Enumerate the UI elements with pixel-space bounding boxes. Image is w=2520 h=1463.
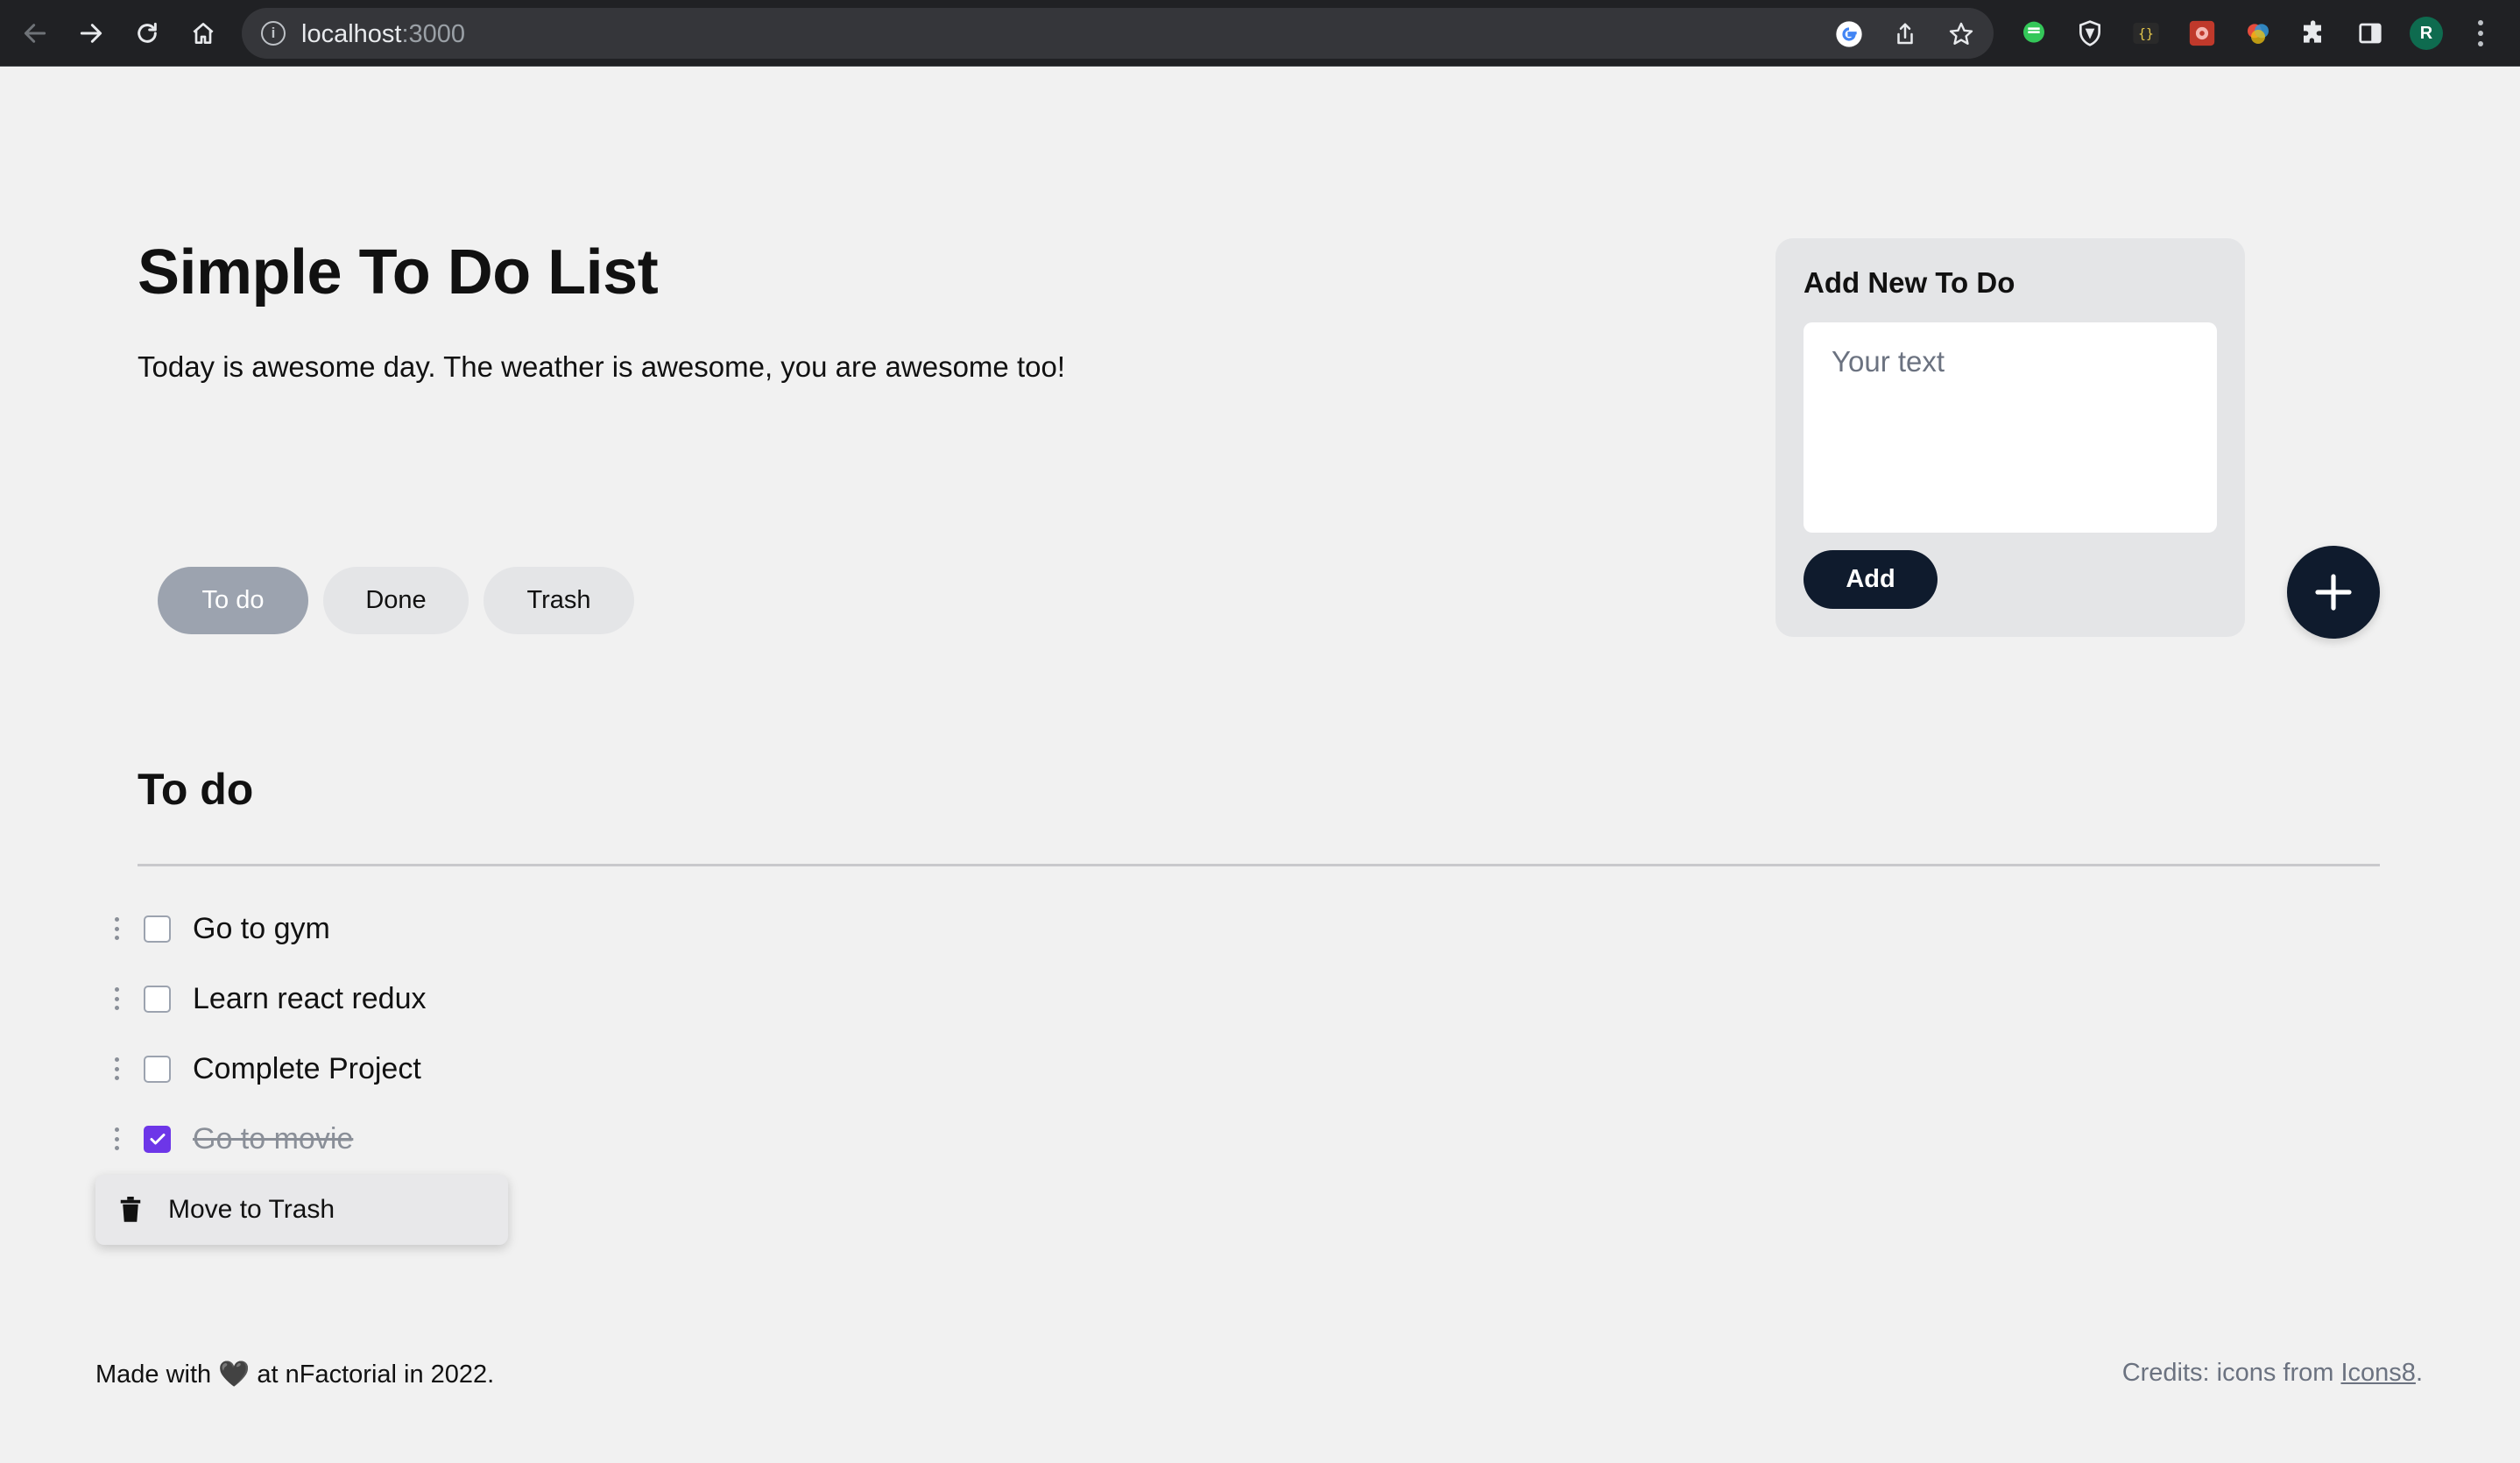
add-todo-card: Add New To Do Add xyxy=(1775,238,2245,637)
todo-item[interactable]: Complete Project xyxy=(107,1034,421,1104)
todo-text: Complete Project xyxy=(193,1051,421,1085)
menu-icon[interactable] xyxy=(2472,18,2489,49)
page-subtitle: Today is awesome day. The weather is awe… xyxy=(138,350,1065,383)
add-button[interactable]: Add xyxy=(1804,550,1938,609)
checkmark-icon xyxy=(150,1134,165,1145)
extension-color-icon[interactable] xyxy=(2242,18,2274,49)
address-bar[interactable]: i localhost:3000 xyxy=(242,8,1994,59)
todo-item[interactable]: Go to gym xyxy=(107,894,330,964)
google-icon[interactable] xyxy=(1834,19,1864,49)
page-title: Simple To Do List xyxy=(138,237,659,307)
add-todo-title: Add New To Do xyxy=(1804,266,2015,299)
footer-credits: Credits: icons from Icons8. xyxy=(2121,1359,2423,1387)
section-divider xyxy=(138,864,2380,866)
drag-handle-icon[interactable] xyxy=(107,987,126,1010)
back-icon[interactable] xyxy=(18,16,53,51)
move-to-trash-menu-item[interactable]: Move to Trash xyxy=(95,1175,508,1245)
profile-avatar[interactable]: R xyxy=(2410,17,2443,50)
drag-handle-icon[interactable] xyxy=(107,1127,126,1150)
tab-todo[interactable]: To do xyxy=(158,567,308,634)
todo-checkbox-checked[interactable] xyxy=(144,1125,171,1153)
home-icon[interactable] xyxy=(186,16,221,51)
todo-checkbox[interactable] xyxy=(144,915,171,943)
share-icon[interactable] xyxy=(1890,19,1920,49)
todo-checkbox[interactable] xyxy=(144,985,171,1013)
todo-text: Go to gym xyxy=(193,911,330,945)
forward-icon[interactable] xyxy=(74,16,109,51)
url-text: localhost:3000 xyxy=(301,20,466,48)
shield-extension-icon[interactable] xyxy=(2074,18,2106,49)
footer-made-with: Made with 🖤 at nFactorial in 2022. xyxy=(95,1359,495,1389)
json-extension-icon[interactable]: {} xyxy=(2130,18,2162,49)
chat-extension-icon[interactable] xyxy=(2018,18,2050,49)
todo-checkbox[interactable] xyxy=(144,1055,171,1083)
section-title: To do xyxy=(138,765,254,814)
puzzle-icon[interactable] xyxy=(2298,18,2330,49)
svg-text:{}: {} xyxy=(2138,26,2154,41)
todo-text: Go to movie xyxy=(193,1121,354,1156)
tab-trash[interactable]: Trash xyxy=(484,567,634,634)
todo-text-input[interactable] xyxy=(1804,322,2217,533)
tab-done[interactable]: Done xyxy=(323,567,469,634)
icons8-link[interactable]: Icons8 xyxy=(2340,1359,2415,1387)
heart-icon: 🖤 xyxy=(218,1359,251,1389)
info-icon[interactable]: i xyxy=(261,21,286,46)
move-to-trash-label: Move to Trash xyxy=(168,1195,335,1224)
todo-item[interactable]: Learn react redux xyxy=(107,964,427,1034)
star-icon[interactable] xyxy=(1946,19,1976,49)
drag-handle-icon[interactable] xyxy=(107,1057,126,1080)
filter-tabs: To do Done Trash xyxy=(158,567,634,634)
reload-icon[interactable] xyxy=(130,16,165,51)
trash-icon xyxy=(120,1197,141,1222)
todo-text: Learn react redux xyxy=(193,981,427,1015)
browser-toolbar: i localhost:3000 {} R xyxy=(0,0,2520,67)
todo-item[interactable]: Go to movie xyxy=(107,1104,353,1174)
drag-handle-icon[interactable] xyxy=(107,917,126,940)
plus-icon xyxy=(2315,574,2352,611)
add-fab-button[interactable] xyxy=(2287,546,2380,639)
sidebar-icon[interactable] xyxy=(2354,18,2386,49)
extension-red-icon[interactable] xyxy=(2186,18,2218,49)
